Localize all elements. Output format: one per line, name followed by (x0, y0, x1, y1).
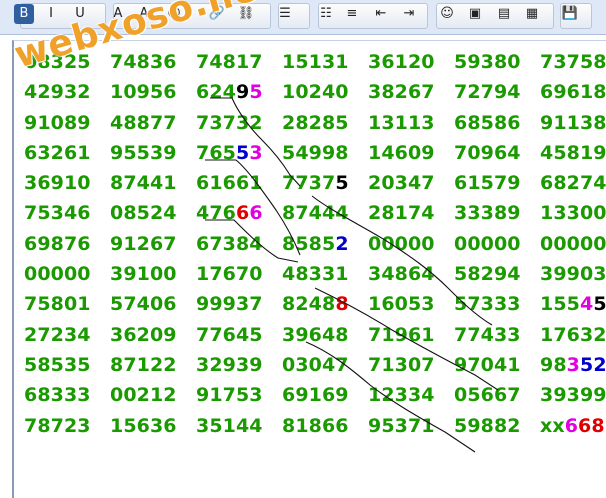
connector-line-2 (205, 159, 301, 256)
watermark-logo: webxoso.net (10, 0, 281, 77)
connector-line-4 (311, 195, 493, 326)
connector-line-1 (210, 97, 301, 187)
connector-line-6 (305, 341, 476, 453)
connector-line-3 (205, 219, 299, 263)
connector-line-5 (314, 287, 499, 391)
